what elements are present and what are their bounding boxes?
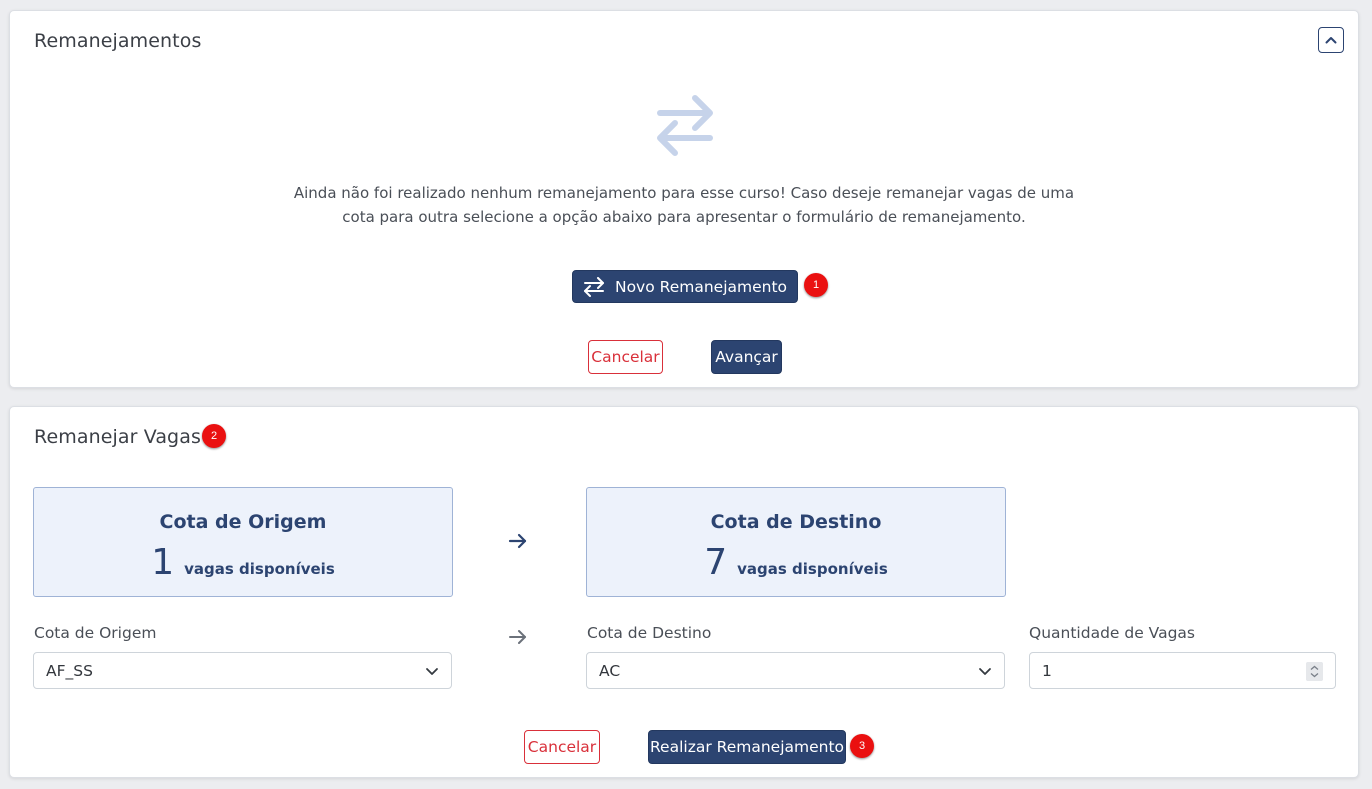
destino-select-value: AC <box>599 661 621 680</box>
origem-field-label: Cota de Origem <box>34 624 157 642</box>
cancel-remanejamento-button[interactable]: Cancelar <box>524 730 600 764</box>
origem-count-label: vagas disponíveis <box>184 560 335 578</box>
quantidade-field-label: Quantidade de Vagas <box>1029 624 1195 642</box>
novo-remanejamento-label: Novo Remanejamento <box>614 277 788 296</box>
quantidade-input-value: 1 <box>1042 661 1052 680</box>
destino-count-row: 7 vagas disponíveis <box>587 543 1005 583</box>
swap-arrows-icon <box>657 95 713 156</box>
arrow-right-icon <box>509 630 526 644</box>
advance-button[interactable]: Avançar <box>711 340 782 374</box>
origem-box-title: Cota de Origem <box>159 511 327 533</box>
quantidade-input[interactable]: 1 <box>1029 652 1336 689</box>
origem-select[interactable]: AF_SS <box>33 652 452 689</box>
destino-box-title: Cota de Destino <box>710 511 882 533</box>
chevron-down-icon <box>426 668 438 675</box>
origem-count-row: 1 vagas disponíveis <box>34 543 452 583</box>
origem-count: 1 <box>151 542 175 583</box>
destino-select[interactable]: AC <box>586 652 1005 689</box>
destino-count-label: vagas disponíveis <box>737 560 888 578</box>
step-badge-3: 3 <box>850 734 874 758</box>
realizar-remanejamento-button[interactable]: Realizar Remanejamento <box>648 730 846 764</box>
chevron-down-icon <box>979 668 991 675</box>
cancel-button[interactable]: Cancelar <box>588 340 663 374</box>
arrow-right-icon <box>508 533 527 549</box>
origem-select-value: AF_SS <box>46 661 93 680</box>
destino-field-label: Cota de Destino <box>587 624 712 642</box>
chevron-up-icon <box>1325 37 1337 44</box>
remanejar-vagas-title: Remanejar Vagas <box>34 426 201 448</box>
destino-summary-box: Cota de Destino 7 vagas disponíveis <box>586 487 1006 597</box>
novo-remanejamento-button[interactable]: Novo Remanejamento <box>572 270 798 303</box>
empty-state-message: Ainda não foi realizado nenhum remanejam… <box>293 184 1075 226</box>
collapse-button[interactable] <box>1318 27 1344 53</box>
swap-icon <box>583 276 604 297</box>
step-badge-1: 1 <box>804 273 828 297</box>
step-badge-2: 2 <box>202 424 226 448</box>
destino-count: 7 <box>704 542 728 583</box>
number-spinner-icon[interactable] <box>1306 662 1323 681</box>
remanejamentos-title: Remanejamentos <box>34 30 202 52</box>
origem-summary-box: Cota de Origem 1 vagas disponíveis <box>33 487 453 597</box>
remanejar-vagas-card: Remanejar Vagas 2 Cota de Origem 1 vagas… <box>9 406 1359 778</box>
remanejamentos-card: Remanejamentos Ainda não foi realizado n… <box>9 10 1359 388</box>
